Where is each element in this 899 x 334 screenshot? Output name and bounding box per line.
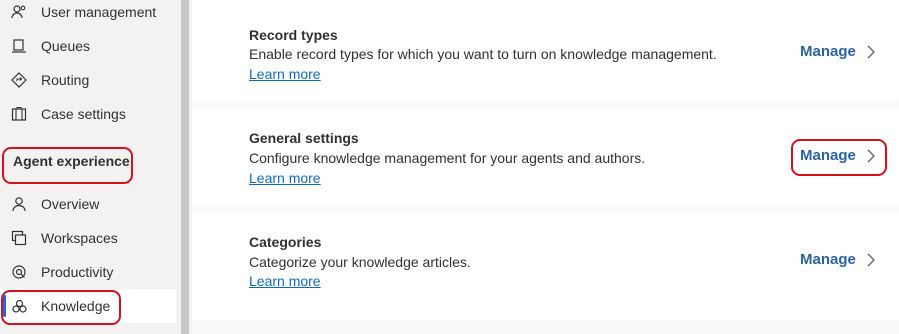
sidebar-scrollbar[interactable] xyxy=(181,0,189,334)
card-title: Record types xyxy=(249,27,338,43)
settings-card-categories: Categories Categorize your knowledge art… xyxy=(192,213,899,334)
annotation-circle-knowledge xyxy=(1,290,121,325)
learn-more-link[interactable]: Learn more xyxy=(249,66,321,82)
learn-more-link[interactable]: Learn more xyxy=(249,273,321,289)
card-description: Enable record types for which you want t… xyxy=(249,46,717,62)
sidebar-item-label: Queues xyxy=(41,38,91,54)
manage-label: Manage xyxy=(800,43,856,60)
settings-card-record-types: Record types Enable record types for whi… xyxy=(192,0,899,102)
sidebar-item-label: Workspaces xyxy=(41,230,118,246)
manage-button[interactable]: Manage xyxy=(800,251,876,268)
card-description: Configure knowledge management for your … xyxy=(249,150,646,166)
overview-icon xyxy=(10,195,28,213)
sidebar-item-overview[interactable]: Overview xyxy=(0,187,176,221)
card-title: Categories xyxy=(249,234,322,250)
sidebar-item-user-management[interactable]: User management xyxy=(0,0,176,29)
productivity-icon xyxy=(10,263,28,281)
main-content: Record types Enable record types for whi… xyxy=(192,0,899,334)
sidebar-item-workspaces[interactable]: Workspaces xyxy=(0,221,176,255)
sidebar-item-case-settings[interactable]: Case settings xyxy=(0,97,176,131)
workspaces-icon xyxy=(10,229,28,247)
sidebar-item-routing[interactable]: Routing xyxy=(0,63,176,97)
card-divider xyxy=(192,101,899,109)
routing-icon xyxy=(10,71,28,89)
manage-button[interactable]: Manage xyxy=(800,43,876,60)
card-title: General settings xyxy=(249,130,359,146)
sidebar-item-label: Productivity xyxy=(41,264,114,280)
sidebar-item-label: Case settings xyxy=(41,106,126,122)
queues-icon xyxy=(10,37,28,55)
case-settings-icon xyxy=(10,105,28,123)
sidebar-item-label: Routing xyxy=(41,72,90,88)
card-description: Categorize your knowledge articles. xyxy=(249,254,471,270)
user-management-icon xyxy=(10,3,28,21)
sidebar-nav: User management Queues Routing Case sett… xyxy=(0,0,181,334)
annotation-circle-agent-experience xyxy=(2,147,133,184)
sidebar-item-productivity[interactable]: Productivity xyxy=(0,255,176,289)
sidebar-item-queues[interactable]: Queues xyxy=(0,29,176,63)
bottom-band xyxy=(192,320,899,334)
learn-more-link[interactable]: Learn more xyxy=(249,170,321,186)
chevron-right-icon xyxy=(866,252,876,268)
card-divider xyxy=(192,205,899,213)
annotation-circle-manage xyxy=(791,139,887,176)
chevron-right-icon xyxy=(866,44,876,60)
sidebar-item-label: Overview xyxy=(41,196,100,212)
settings-card-general-settings: General settings Configure knowledge man… xyxy=(192,109,899,206)
manage-label: Manage xyxy=(800,251,856,268)
sidebar-item-label: User management xyxy=(41,4,157,20)
